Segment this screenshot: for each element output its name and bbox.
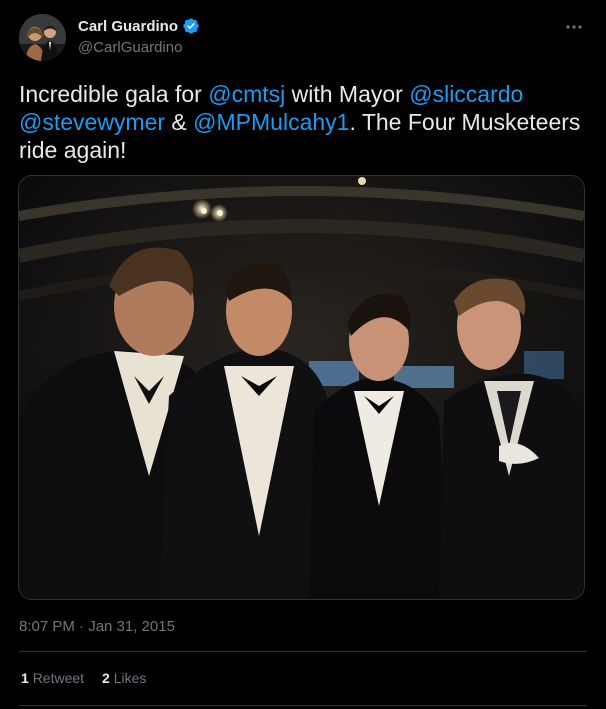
author-handle[interactable]: @CarlGuardino [78, 39, 182, 56]
like-count-value: 2 [102, 670, 110, 686]
more-options-icon[interactable] [561, 16, 587, 38]
like-count[interactable]: 2 Likes [102, 670, 146, 686]
like-count-label: Likes [113, 670, 147, 686]
divider [19, 705, 587, 706]
avatar[interactable] [19, 14, 66, 61]
tweet-stats: 1 Retweet 2 Likes [21, 670, 146, 686]
mention-link[interactable]: @stevewymer [19, 109, 165, 135]
tweet-text: Incredible gala for @cmtsj with Mayor @s… [19, 80, 589, 164]
mention-link[interactable]: @cmtsj [208, 81, 285, 107]
retweet-count-value: 1 [21, 670, 29, 686]
tweet-text-segment: with Mayor [285, 81, 410, 107]
tweet-photo[interactable] [18, 175, 585, 600]
retweet-count-label: Retweet [32, 670, 85, 686]
divider [19, 651, 587, 652]
tweet-text-segment: Incredible gala for [19, 81, 209, 107]
retweet-count[interactable]: 1 Retweet [21, 670, 84, 686]
author-name-row[interactable]: Carl Guardino [78, 17, 200, 35]
verified-badge-icon [182, 17, 200, 35]
tweet-timestamp[interactable]: 8:07 PM · Jan 31, 2015 [19, 618, 175, 635]
tweet-card: Carl Guardino @CarlGuardino Incredible g… [0, 0, 606, 709]
mention-link[interactable]: @sliccardo [409, 81, 523, 107]
author-name[interactable]: Carl Guardino [78, 18, 178, 35]
mention-link[interactable]: @MPMulcahy1 [193, 109, 349, 135]
tweet-text-segment: & [165, 109, 194, 135]
